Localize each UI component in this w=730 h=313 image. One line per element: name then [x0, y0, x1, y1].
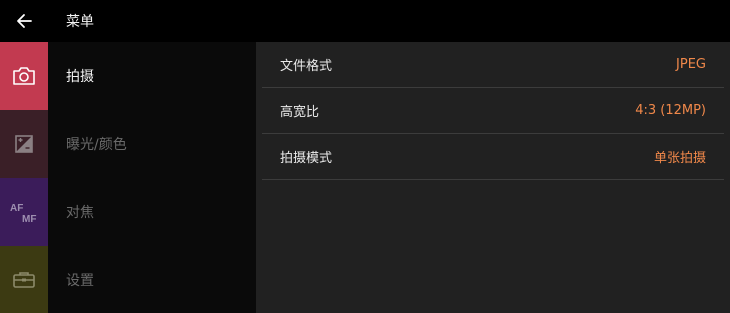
setting-row-file-format[interactable]: 文件格式 JPEG: [262, 42, 724, 88]
top-bar: 菜单: [0, 0, 730, 42]
category-label: 对焦: [66, 205, 94, 221]
category-item-settings[interactable]: 设置: [48, 246, 256, 313]
toolbox-icon: [13, 272, 35, 288]
setting-row-aspect-ratio[interactable]: 高宽比 4:3 (12MP): [262, 88, 724, 134]
category-label: 拍摄: [66, 69, 94, 85]
category-label: 设置: [66, 273, 94, 289]
category-tile-focus[interactable]: AF MF: [0, 178, 48, 246]
category-tile-settings[interactable]: [0, 246, 48, 313]
af-text: AF: [10, 203, 23, 214]
back-button[interactable]: [0, 0, 48, 42]
setting-value: 4:3 (12MP): [635, 103, 706, 118]
mf-text: MF: [22, 214, 36, 224]
setting-label: 拍摄模式: [280, 151, 333, 166]
settings-panel: 文件格式 JPEG 高宽比 4:3 (12MP) 拍摄模式 单张拍摄: [256, 42, 730, 313]
back-arrow-icon: [17, 14, 32, 28]
exposure-icon: [15, 135, 33, 153]
setting-row-drive-mode[interactable]: 拍摄模式 单张拍摄: [262, 134, 724, 180]
af-mf-icon: AF MF: [10, 203, 36, 224]
settings-list: 文件格式 JPEG 高宽比 4:3 (12MP) 拍摄模式 单张拍摄: [262, 42, 724, 180]
category-tile-exposure[interactable]: [0, 110, 48, 178]
category-item-focus[interactable]: 对焦: [48, 178, 256, 246]
setting-value: JPEG: [676, 57, 706, 72]
camera-menu-screen: 菜单 AF MF 拍摄 曝光/颜色 对焦 设置 文件格式 JPEG 高宽比 4:…: [0, 0, 730, 313]
category-item-shooting[interactable]: 拍摄: [48, 42, 256, 110]
category-tile-shooting[interactable]: [0, 42, 48, 110]
setting-label: 高宽比: [280, 105, 320, 120]
category-tiles: AF MF: [0, 42, 48, 313]
category-label: 曝光/颜色: [66, 137, 127, 153]
camera-icon: [13, 67, 35, 85]
setting-value: 单张拍摄: [653, 151, 706, 166]
setting-label: 文件格式: [280, 59, 333, 74]
page-title: 菜单: [66, 14, 94, 30]
category-item-exposure[interactable]: 曝光/颜色: [48, 110, 256, 178]
category-labels: 拍摄 曝光/颜色 对焦 设置: [48, 42, 256, 313]
